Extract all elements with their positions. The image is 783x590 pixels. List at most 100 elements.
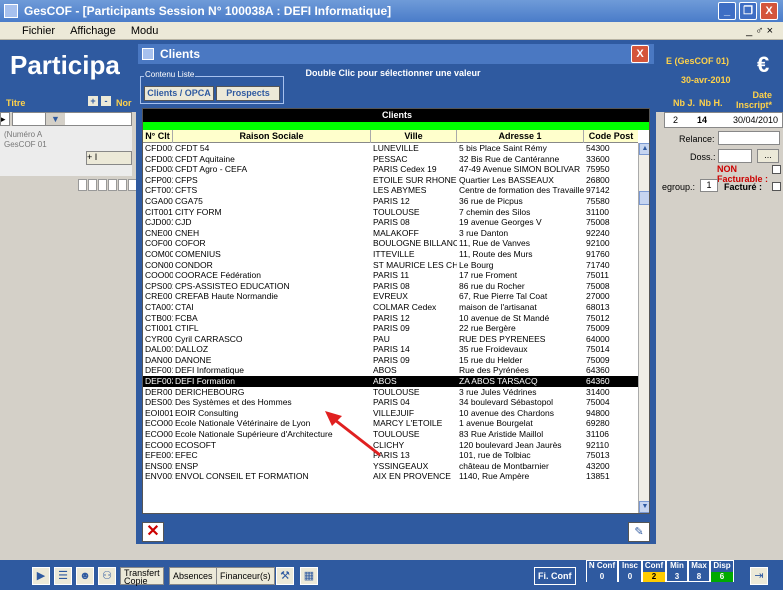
dialog-body: Double Clic pour sélectionner une valeur… <box>138 64 654 542</box>
list-icon[interactable]: ☰ <box>54 567 72 585</box>
cell-adresse: maison de l'artisanat <box>459 301 537 312</box>
table-row[interactable]: CFD001CFDT 54 LUNEVILLE 5 bis Place Saint … <box>143 143 638 154</box>
table-row[interactable]: ECO002Ecole Nationale Vétérinaire de Lyo… <box>143 418 638 429</box>
cell-raison: DEFI Informatique <box>175 365 244 376</box>
dropdown-arrow-icon[interactable]: ▼ <box>45 113 65 125</box>
table-row[interactable]: DER001DERICHEBOURG TOULOUSE 3 rue Jules Vé… <box>143 387 638 398</box>
table-row[interactable]: DEF001DEFI Informatique ABOS Rue des Pyrén… <box>143 365 638 376</box>
dialog-close-button[interactable]: X <box>631 45 649 63</box>
table-row[interactable]: CIT001 CITY FORM TOULOUSE 7 chemin des Silo… <box>143 207 638 218</box>
table-row[interactable]: CFP001CFPS ETOILE SUR RHONEQuartier Les B… <box>143 175 638 186</box>
prospects-toggle[interactable]: Prospects <box>216 86 280 101</box>
table-row[interactable]: ECO004ECOSOFT CLICHY 120 boulevard Jean Ja… <box>143 440 638 451</box>
nav-next-icon[interactable]: ▶ <box>32 567 50 585</box>
table-row[interactable]: EOI001 EOIR Consulting VILLEJUIF 10 avenue … <box>143 408 638 419</box>
header-ville[interactable]: Ville <box>371 130 457 143</box>
table-row[interactable]: CRE001CREFAB Haute Normandie EVREUX 67, Ru… <box>143 291 638 302</box>
table-row[interactable]: DAN001DANONE PARIS 09 15 rue du Helder 7500… <box>143 355 638 366</box>
doss-browse-button[interactable]: ... <box>757 149 779 163</box>
cell-adresse: Centre de formation des Travailleurs S <box>459 185 584 196</box>
stat-value: 3 <box>674 572 680 581</box>
table-row[interactable]: CFT001 CFTS LES ABYMES Centre de formation … <box>143 185 638 196</box>
header-code-post[interactable]: Code Post <box>584 130 638 143</box>
cell-adresse: 47-49 Avenue SIMON BOLIVAR <box>459 164 581 175</box>
cell-code: DES001 <box>145 397 173 408</box>
left-checkbox-strip[interactable] <box>78 179 138 191</box>
table-row[interactable]: ENS001ENSP YSSINGEAUX château de Montbarni… <box>143 461 638 472</box>
restore-button[interactable]: ❐ <box>739 2 757 20</box>
dialog-cancel-button[interactable]: ✕ <box>142 522 164 542</box>
cell-adresse: 83 Rue Aristide Maillol <box>459 429 544 440</box>
header-code[interactable]: N° Clt <box>143 130 173 143</box>
cell-ville: VILLEJUIF <box>373 407 415 418</box>
doss-input[interactable] <box>718 149 752 163</box>
app-icon <box>4 4 18 18</box>
table-row[interactable]: EFE001 EFEC PARIS 13 101, rue de Tolbiac 750… <box>143 450 638 461</box>
regroup-input[interactable]: 1 <box>700 179 718 192</box>
relance-input[interactable] <box>718 131 780 145</box>
person-icon[interactable]: ☻ <box>76 567 94 585</box>
stat-value: 6 <box>711 572 733 582</box>
dialog-icon <box>142 48 154 60</box>
table-icon[interactable]: ▦ <box>300 567 318 585</box>
table-row[interactable]: COO001COORACE Fédération PARIS 11 17 rue F… <box>143 270 638 281</box>
table-row[interactable]: CFD003CFDT Agro - CEFA PARIS Cedex 19 47-4… <box>143 164 638 175</box>
table-row[interactable]: COM001COMENIUS ITTEVILLE 11, Route des Mur… <box>143 249 638 260</box>
scroll-thumb[interactable] <box>639 191 649 205</box>
table-row[interactable]: CON001CONDOR ST MAURICE LES CHALe Bourg 71… <box>143 260 638 271</box>
cell-code: DEF003 <box>145 376 173 387</box>
table-row[interactable]: CFD002CFDT Aquitaine PESSAC 32 Bis Rue de … <box>143 154 638 165</box>
scroll-down-icon[interactable]: ▼ <box>639 501 649 513</box>
fi-conf-button[interactable]: Fi. Conf <box>534 567 576 585</box>
mdi-controls[interactable]: _ ♂ × <box>746 22 773 40</box>
cell-raison: CTIFL <box>175 323 199 334</box>
table-row[interactable]: COF001COFOR BOULOGNE BILLANCO11, Rue de V… <box>143 238 638 249</box>
table-row[interactable]: DEF003DEFI Formation ABOS ZA ABOS TARSACQ 6… <box>143 376 638 387</box>
financeurs-button[interactable]: Financeur(s) <box>216 567 275 585</box>
remove-row-icon[interactable]: - <box>101 96 111 106</box>
table-row[interactable]: DES001Des Systèmes et des Hommes PARIS 04… <box>143 397 638 408</box>
stat-label: N Conf <box>588 561 616 570</box>
transfert-button[interactable]: Transfert Copie <box>120 567 164 586</box>
minimize-button[interactable]: _ <box>718 2 736 20</box>
row-selector[interactable]: ▸ <box>0 112 10 126</box>
table-row[interactable]: DAL001 DALLOZ PARIS 14 35 rue Froidevaux 750… <box>143 344 638 355</box>
header-adresse[interactable]: Adresse 1 <box>457 130 584 143</box>
menu-fichier[interactable]: Fichier <box>22 25 55 37</box>
cell-ville: LUNEVILLE <box>373 143 419 153</box>
participant-row[interactable]: 2 14 30/04/2010 <box>664 112 783 128</box>
clients-opca-toggle[interactable]: Clients / OPCA <box>144 86 214 101</box>
menu-modules[interactable]: Modu <box>131 25 159 37</box>
tools-icon[interactable]: ⚒ <box>276 567 294 585</box>
group-icon[interactable]: ⚇ <box>98 567 116 585</box>
table-row[interactable]: ENV001ENVOL CONSEIL ET FORMATION AIX EN P… <box>143 471 638 482</box>
add-row-icon[interactable]: + <box>88 96 98 106</box>
table-row[interactable]: CTA001 CTAI COLMAR Cedex maison de l'artisa… <box>143 302 638 313</box>
table-row[interactable]: CYR001Cyril CARRASCO PAU RUE DES PYRENEES 6… <box>143 334 638 345</box>
cell-cp: 33600 <box>586 153 610 164</box>
scroll-up-icon[interactable]: ▲ <box>639 143 649 155</box>
left-action-button[interactable]: + I <box>86 151 132 165</box>
exit-icon[interactable]: ⇥ <box>750 567 768 585</box>
close-button[interactable]: X <box>760 2 778 20</box>
table-row[interactable]: CTI001 CTIFL PARIS 09 22 rue Bergère 75009 <box>143 323 638 334</box>
table-row[interactable]: CNE001CNEH MALAKOFF 3 rue Danton 92240 <box>143 228 638 239</box>
header-raison-sociale[interactable]: Raison Sociale <box>173 130 371 143</box>
cell-raison: CNEH <box>175 227 200 238</box>
absences-button[interactable]: Absences <box>169 567 217 585</box>
table-row[interactable]: CTB001FCBA PARIS 12 10 avenue de St Mandé 7… <box>143 313 638 324</box>
table-row[interactable]: CJD001 CJD PARIS 08 19 avenue Georges V 7500… <box>143 217 638 228</box>
cell-adresse: Quartier Les BASSEAUX <box>459 174 554 185</box>
new-client-icon[interactable]: ✎ <box>628 522 650 542</box>
cell-code: CFD002 <box>145 153 173 164</box>
menu-affichage[interactable]: Affichage <box>70 25 116 37</box>
table-row[interactable]: ECO003Ecole Nationale Supérieure d'Archi… <box>143 429 638 440</box>
cell-raison: CJD <box>175 217 192 228</box>
nonfact-checkbox[interactable] <box>772 165 781 174</box>
table-row[interactable]: CGA001CGA75 PARIS 12 36 rue de Picpus 75580 <box>143 196 638 207</box>
titre-field[interactable]: ▼ <box>12 112 132 126</box>
table-row[interactable]: CPS001CPS-ASSISTEO EDUCATION PARIS 08 86 r… <box>143 281 638 292</box>
facture-checkbox[interactable] <box>772 182 781 191</box>
stat-value: 8 <box>696 572 702 581</box>
grid-scrollbar[interactable]: ▲ ▼ <box>638 143 649 513</box>
